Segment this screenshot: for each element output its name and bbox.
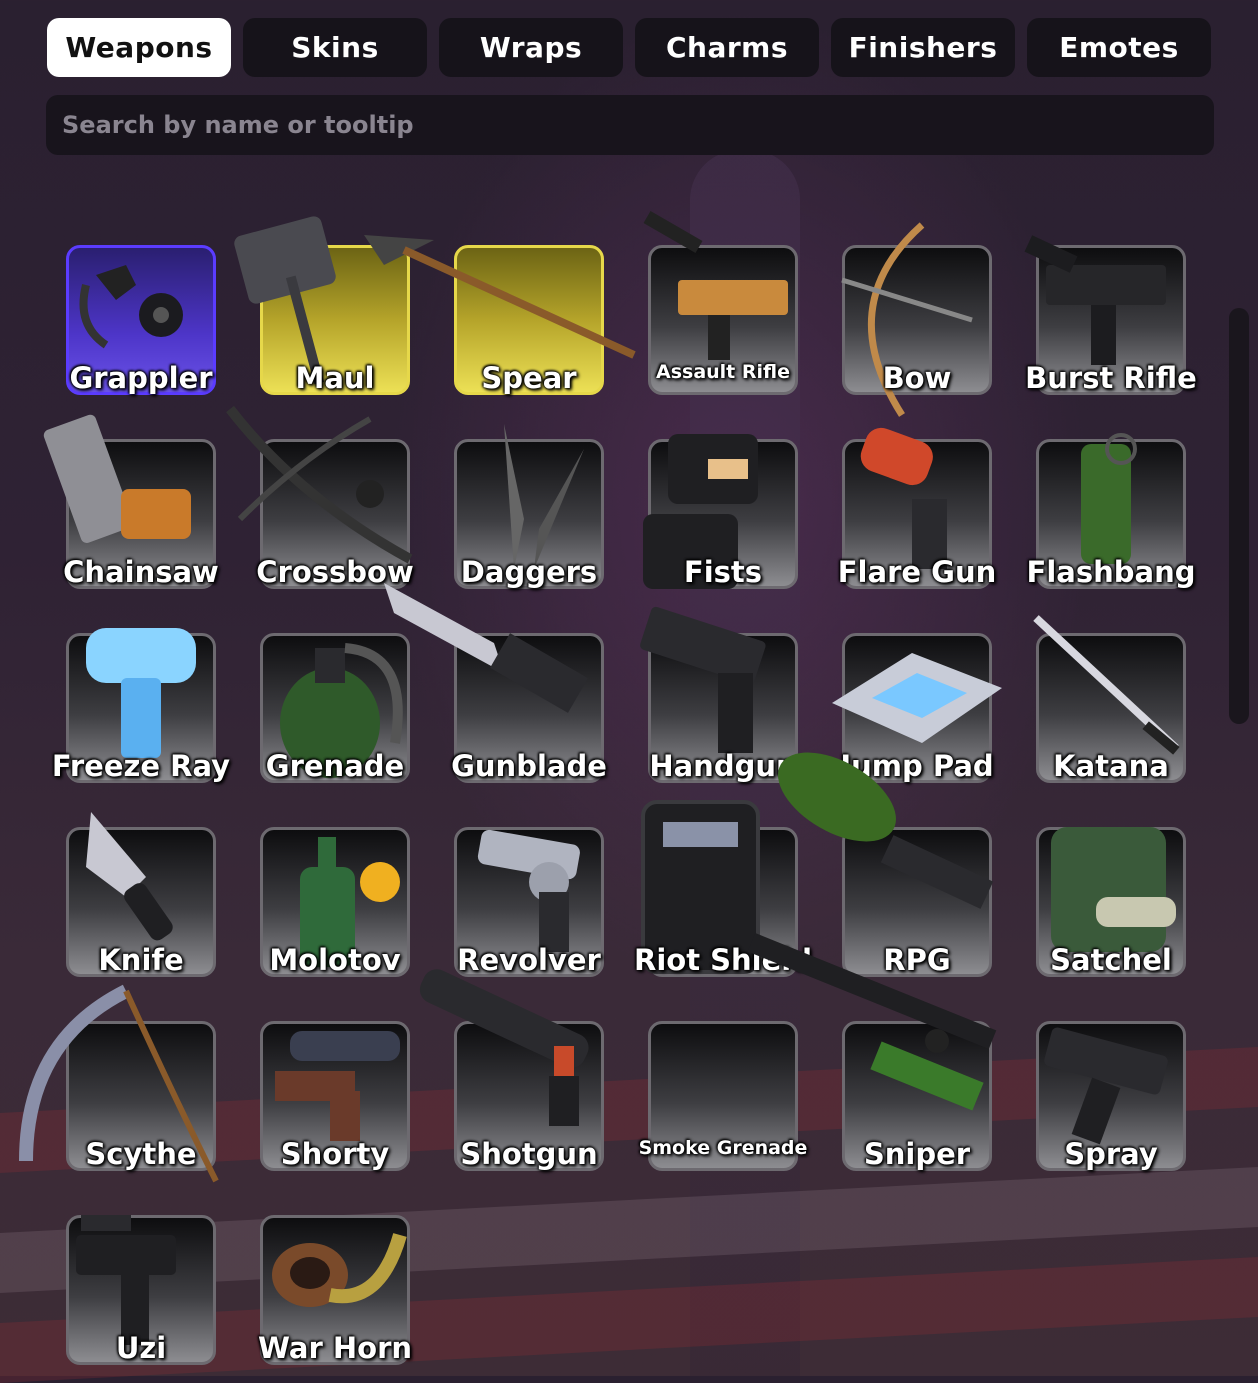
weapon-tile[interactable] bbox=[260, 1021, 410, 1171]
weapon-tile[interactable] bbox=[66, 633, 216, 783]
weapon-tile[interactable] bbox=[260, 439, 410, 589]
weapon-tile[interactable] bbox=[842, 633, 992, 783]
weapon-tile[interactable] bbox=[454, 439, 604, 589]
weapon-tile[interactable] bbox=[260, 1215, 410, 1365]
weapon-tile[interactable] bbox=[66, 439, 216, 589]
weapon-tile[interactable] bbox=[1036, 439, 1186, 589]
weapon-tile[interactable] bbox=[454, 245, 604, 395]
weapon-tile[interactable] bbox=[648, 439, 798, 589]
weapon-grid: Grappler Maul Spear Assault Rifle Bow Burst R… bbox=[0, 0, 1258, 1376]
weapon-tile[interactable] bbox=[66, 1021, 216, 1171]
weapon-tile[interactable] bbox=[648, 633, 798, 783]
weapon-tile[interactable] bbox=[454, 633, 604, 783]
weapon-tile[interactable] bbox=[66, 1215, 216, 1365]
weapon-tile[interactable] bbox=[66, 245, 216, 395]
weapon-tile[interactable] bbox=[842, 1021, 992, 1171]
weapon-tile[interactable] bbox=[1036, 245, 1186, 395]
weapon-tile[interactable] bbox=[648, 245, 798, 395]
weapon-tile[interactable] bbox=[648, 827, 798, 977]
weapon-tile[interactable] bbox=[260, 245, 410, 395]
weapon-tile[interactable] bbox=[842, 245, 992, 395]
weapon-tile[interactable] bbox=[1036, 1021, 1186, 1171]
weapon-tile[interactable] bbox=[260, 633, 410, 783]
weapon-tile[interactable] bbox=[648, 1021, 798, 1171]
weapon-tile[interactable] bbox=[454, 827, 604, 977]
weapon-tile[interactable] bbox=[842, 439, 992, 589]
weapon-tile[interactable] bbox=[1036, 633, 1186, 783]
weapon-tile[interactable] bbox=[842, 827, 992, 977]
weapon-tile[interactable] bbox=[260, 827, 410, 977]
weapon-tile[interactable] bbox=[454, 1021, 604, 1171]
weapon-tile[interactable] bbox=[1036, 827, 1186, 977]
weapon-tile[interactable] bbox=[66, 827, 216, 977]
